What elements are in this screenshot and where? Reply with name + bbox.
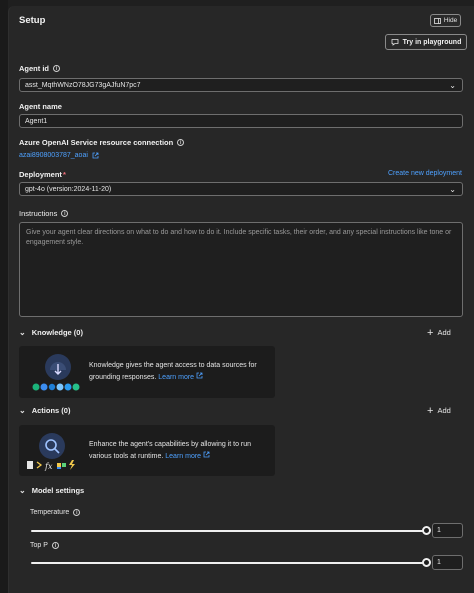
agent-name-label-text: Agent name bbox=[19, 102, 62, 111]
instructions-textarea[interactable]: Give your agent clear directions on what… bbox=[19, 222, 463, 317]
deployment-label-text: Deployment bbox=[19, 170, 62, 179]
knowledge-card: Knowledge gives the agent access to data… bbox=[19, 346, 275, 398]
info-icon[interactable]: i bbox=[51, 542, 59, 549]
top-p-label-text: Top P bbox=[30, 542, 48, 549]
hide-button[interactable]: Hide bbox=[430, 14, 461, 27]
hide-panel-icon bbox=[433, 17, 441, 24]
info-icon[interactable]: i bbox=[177, 139, 185, 146]
actions-illustration-icon: fx bbox=[27, 433, 75, 471]
connection-link[interactable]: azai8908003787_aoai bbox=[19, 152, 99, 159]
info-icon[interactable]: i bbox=[53, 65, 60, 72]
temperature-label: Temperature i bbox=[30, 509, 81, 516]
knowledge-card-text: Knowledge gives the agent access to data… bbox=[89, 361, 269, 383]
actions-learn-more-link[interactable]: Learn more bbox=[165, 453, 201, 460]
actions-card-text: Enhance the agent's capabilities by allo… bbox=[89, 440, 269, 462]
temperature-input[interactable]: 1 bbox=[432, 523, 463, 538]
chevron-down-icon[interactable]: ⌄ bbox=[449, 185, 456, 194]
add-knowledge-label: Add bbox=[437, 328, 451, 337]
required-mark: * bbox=[62, 170, 66, 179]
connection-value: azai8908003787_aoai bbox=[19, 152, 88, 159]
instructions-label-text: Instructions bbox=[19, 209, 58, 218]
instructions-label: Instructions i bbox=[19, 209, 69, 218]
agent-id-label-text: Agent id bbox=[19, 64, 49, 73]
actions-card: fx Enhance the agent's capabilities by a… bbox=[19, 425, 275, 476]
connection-label-text: Azure OpenAI Service resource connection bbox=[19, 138, 174, 147]
knowledge-section-toggle[interactable]: ⌄ Knowledge (0) bbox=[19, 328, 83, 337]
temperature-label-text: Temperature bbox=[30, 509, 70, 516]
agent-id-field[interactable]: asst_MqthWNzO78JG73gAJfuN7pc7 ⌄ bbox=[19, 78, 463, 92]
actions-section-toggle[interactable]: ⌄ Actions (0) bbox=[19, 406, 70, 415]
external-link-icon bbox=[92, 152, 99, 159]
info-icon[interactable]: i bbox=[61, 210, 69, 217]
create-deployment-link[interactable]: Create new deployment bbox=[388, 170, 462, 177]
deployment-select[interactable]: gpt-4o (version:2024-11-20) ⌄ bbox=[19, 182, 463, 196]
knowledge-title: Knowledge (0) bbox=[31, 328, 83, 337]
chevron-down-icon[interactable]: ⌄ bbox=[19, 328, 26, 337]
external-link-icon bbox=[196, 372, 203, 378]
connection-label: Azure OpenAI Service resource connection… bbox=[19, 138, 185, 147]
try-in-playground-button[interactable]: Try in playground bbox=[385, 34, 467, 50]
top-p-value: 1 bbox=[437, 559, 441, 566]
chevron-down-icon[interactable]: ⌄ bbox=[449, 81, 456, 90]
plus-icon: + bbox=[427, 326, 434, 339]
add-knowledge-button[interactable]: + Add bbox=[427, 326, 451, 339]
agent-id-label: Agent id i bbox=[19, 64, 60, 73]
knowledge-illustration-icon bbox=[32, 354, 80, 391]
left-edge bbox=[0, 0, 8, 593]
top-p-slider-thumb[interactable] bbox=[421, 558, 431, 567]
knowledge-learn-more-link[interactable]: Learn more bbox=[158, 374, 194, 381]
plus-icon: + bbox=[427, 404, 434, 417]
top-p-slider-track[interactable] bbox=[31, 562, 426, 564]
try-label: Try in playground bbox=[402, 38, 462, 46]
chevron-down-icon[interactable]: ⌄ bbox=[19, 406, 26, 415]
agent-name-label: Agent name bbox=[19, 102, 62, 111]
page-title: Setup bbox=[19, 15, 46, 26]
hide-label: Hide bbox=[443, 17, 458, 24]
top-p-label: Top P i bbox=[30, 542, 59, 549]
agent-name-value: Agent1 bbox=[25, 117, 48, 125]
add-action-button[interactable]: + Add bbox=[427, 404, 451, 417]
agent-name-input[interactable]: Agent1 bbox=[19, 114, 463, 128]
deployment-label: Deployment * bbox=[19, 170, 66, 179]
external-link-icon bbox=[203, 451, 210, 457]
add-action-label: Add bbox=[437, 406, 451, 415]
instructions-placeholder: Give your agent clear directions on what… bbox=[26, 229, 452, 246]
model-settings-toggle[interactable]: ⌄ Model settings bbox=[19, 486, 84, 495]
agent-id-value: asst_MqthWNzO78JG73gAJfuN7pc7 bbox=[25, 81, 141, 89]
deployment-value: gpt-4o (version:2024-11-20) bbox=[25, 185, 112, 193]
info-icon[interactable]: i bbox=[73, 509, 81, 516]
temperature-slider-track[interactable] bbox=[31, 530, 426, 532]
temperature-value: 1 bbox=[437, 527, 441, 534]
chevron-down-icon[interactable]: ⌄ bbox=[19, 486, 26, 495]
svg-text:fx: fx bbox=[44, 462, 53, 471]
actions-title: Actions (0) bbox=[31, 406, 71, 415]
chat-icon bbox=[391, 39, 399, 46]
top-p-input[interactable]: 1 bbox=[432, 555, 463, 570]
temperature-slider-thumb[interactable] bbox=[421, 526, 431, 535]
model-settings-title: Model settings bbox=[31, 486, 85, 495]
